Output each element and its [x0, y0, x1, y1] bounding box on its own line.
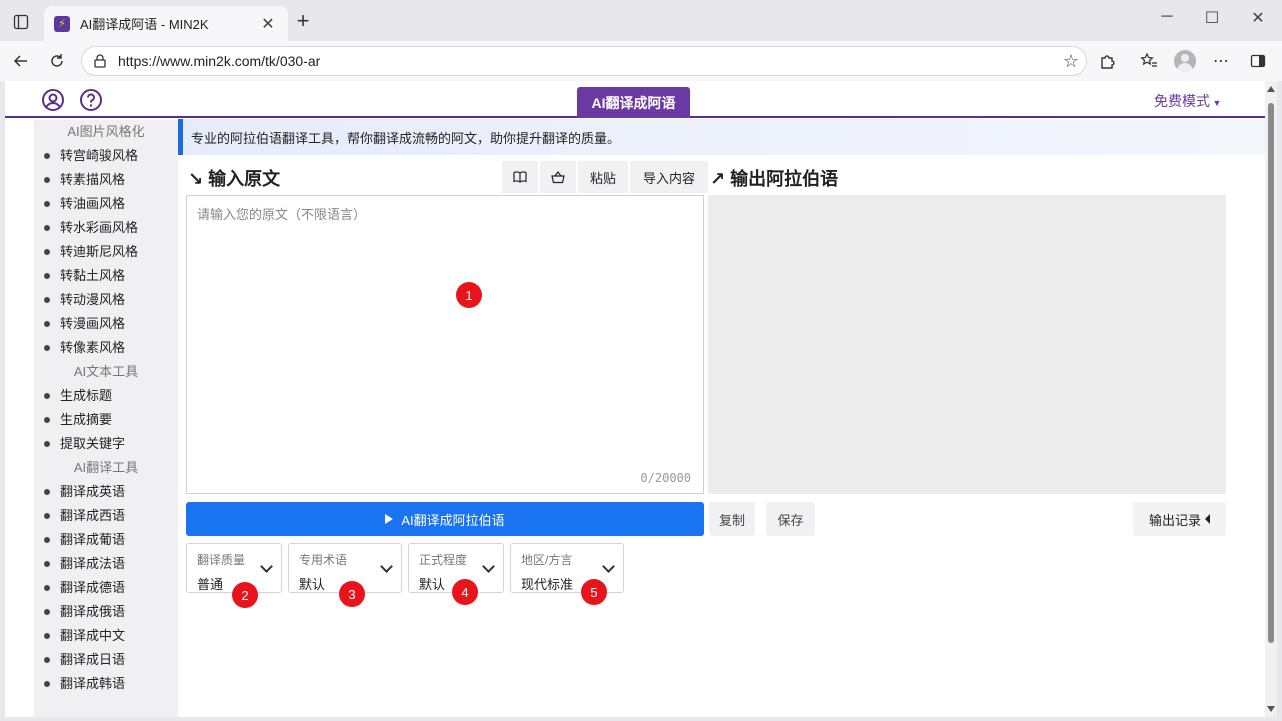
- translation-quality-select[interactable]: 翻译质量 普通: [186, 543, 282, 593]
- scroll-down-icon[interactable]: [1267, 706, 1275, 712]
- sidebar-item[interactable]: 翻译成葡语: [34, 528, 178, 552]
- sidebar-toggle-icon[interactable]: [1246, 50, 1270, 72]
- caret-down-icon: ▼: [1210, 98, 1222, 108]
- book-icon[interactable]: [502, 161, 538, 193]
- output-section-title: ↗ 输出阿拉伯语: [710, 169, 839, 189]
- sidebar-item[interactable]: 转油画风格: [34, 192, 178, 216]
- page-scrollbar[interactable]: [1265, 81, 1277, 717]
- source-text-placeholder: 请输入您的原文（不限语言）: [197, 207, 367, 222]
- copy-button[interactable]: 复制: [709, 502, 755, 536]
- active-tool-tab[interactable]: AI翻译成阿语: [577, 87, 690, 118]
- free-mode-label: 免费模式: [1154, 93, 1210, 109]
- url-bar[interactable]: https://www.min2k.com/tk/030-ar ☆: [81, 46, 1087, 76]
- browser-tab-active[interactable]: ⚡ AI翻译成阿语 - MIN2K ✕: [44, 6, 288, 41]
- caret-left-icon: [1205, 514, 1210, 524]
- sidebar-item[interactable]: 提取关键字: [34, 432, 178, 456]
- user-account-icon[interactable]: [41, 88, 65, 112]
- sidebar-group-title: AI文本工具: [73, 364, 139, 379]
- annotation-marker-1: 1: [456, 282, 482, 308]
- import-content-button[interactable]: 导入内容: [630, 161, 708, 193]
- output-history-button[interactable]: 输出记录: [1133, 502, 1226, 536]
- sidebar-item[interactable]: 转水彩画风格: [34, 216, 178, 240]
- browser-tab-bar: ⚡ AI翻译成阿语 - MIN2K ✕ + ─ ☐ ✕: [0, 0, 1282, 41]
- tab-title: AI翻译成阿语 - MIN2K: [80, 17, 209, 32]
- maximize-icon[interactable]: ☐: [1197, 8, 1227, 28]
- free-mode-dropdown[interactable]: 免费模式 ▼: [1154, 91, 1221, 111]
- scrollbar-thumb[interactable]: [1268, 103, 1274, 643]
- translate-button[interactable]: AI翻译成阿拉伯语: [186, 502, 704, 536]
- annotation-marker-2: 2: [232, 582, 258, 608]
- sidebar-group-title: AI图片风格化: [67, 124, 145, 139]
- sidebar-item[interactable]: 转漫画风格: [34, 312, 178, 336]
- sidebar-item[interactable]: 转黏土风格: [34, 264, 178, 288]
- favorites-icon[interactable]: [1137, 50, 1161, 72]
- web-page: AI翻译成阿语 免费模式 ▼ AI图片风格化 转宫崎骏风格 转素描风格 转油画风…: [5, 81, 1277, 717]
- help-icon[interactable]: [79, 88, 103, 112]
- play-icon: [385, 514, 394, 524]
- site-favicon-icon: ⚡: [54, 15, 70, 32]
- sidebar-item[interactable]: 翻译成中文: [34, 624, 178, 648]
- sidebar-item[interactable]: 转宫崎骏风格: [34, 144, 178, 168]
- sidebar-item[interactable]: 翻译成法语: [34, 552, 178, 576]
- close-tab-icon[interactable]: ✕: [258, 14, 278, 34]
- scroll-up-icon[interactable]: [1267, 86, 1275, 92]
- sidebar-item[interactable]: 转像素风格: [34, 336, 178, 360]
- sidebar-item[interactable]: 翻译成德语: [34, 576, 178, 600]
- tool-description-banner: 专业的阿拉伯语翻译工具，帮你翻译成流畅的阿文，助你提升翻译的质量。: [178, 119, 1265, 155]
- close-window-icon[interactable]: ✕: [1243, 8, 1273, 28]
- sidebar-group-title: AI翻译工具: [73, 460, 139, 475]
- sidebar: AI图片风格化 转宫崎骏风格 转素描风格 转油画风格 转水彩画风格 转迪斯尼风格…: [34, 120, 178, 717]
- tab-actions-icon[interactable]: [10, 11, 32, 33]
- annotation-marker-4: 4: [452, 579, 478, 605]
- clear-basket-icon[interactable]: [540, 161, 576, 193]
- reload-icon[interactable]: [45, 50, 69, 72]
- profile-avatar-icon[interactable]: [1173, 50, 1197, 72]
- arrow-down-right-icon: ↘: [188, 169, 204, 189]
- save-button[interactable]: 保存: [766, 502, 815, 536]
- dialect-select[interactable]: 地区/方言 现代标准: [510, 543, 624, 593]
- minimize-icon[interactable]: ─: [1152, 8, 1182, 26]
- new-tab-icon[interactable]: +: [292, 10, 314, 33]
- sidebar-item[interactable]: 生成摘要: [34, 408, 178, 432]
- source-text-input[interactable]: 请输入您的原文（不限语言） 0/20000: [186, 195, 704, 494]
- sidebar-item[interactable]: 翻译成韩语: [34, 672, 178, 696]
- back-icon[interactable]: [9, 50, 33, 72]
- history-label: 输出记录: [1148, 512, 1201, 528]
- site-top-nav: AI翻译成阿语 免费模式 ▼: [5, 81, 1265, 118]
- favorite-star-icon[interactable]: ☆: [1056, 51, 1086, 72]
- select-value: 现代标准: [521, 577, 574, 592]
- url-text[interactable]: https://www.min2k.com/tk/030-ar: [118, 53, 1056, 69]
- sidebar-item[interactable]: 转迪斯尼风格: [34, 240, 178, 264]
- annotation-marker-3: 3: [339, 581, 365, 607]
- sidebar-item[interactable]: 翻译成日语: [34, 648, 178, 672]
- translation-output: [708, 195, 1226, 494]
- sidebar-item[interactable]: 翻译成俄语: [34, 600, 178, 624]
- input-toolbar: 粘贴 导入内容: [500, 161, 708, 193]
- lock-icon[interactable]: [94, 54, 108, 68]
- sidebar-item[interactable]: 翻译成西语: [34, 504, 178, 528]
- sidebar-item[interactable]: 生成标题: [34, 384, 178, 408]
- annotation-marker-5: 5: [581, 579, 607, 605]
- sidebar-item[interactable]: 转动漫风格: [34, 288, 178, 312]
- sidebar-item[interactable]: 翻译成英语: [34, 480, 178, 504]
- input-section-title: ↘ 输入原文: [188, 169, 281, 189]
- more-menu-icon[interactable]: ⋯: [1209, 50, 1233, 72]
- sidebar-item[interactable]: 转素描风格: [34, 168, 178, 192]
- character-counter: 0/20000: [640, 471, 691, 485]
- arrow-up-right-icon: ↗: [710, 169, 726, 189]
- paste-button[interactable]: 粘贴: [578, 161, 628, 193]
- translate-button-label: AI翻译成阿拉伯语: [401, 512, 505, 528]
- extensions-icon[interactable]: [1096, 50, 1120, 72]
- address-toolbar: https://www.min2k.com/tk/030-ar ☆ ⋯: [0, 41, 1282, 81]
